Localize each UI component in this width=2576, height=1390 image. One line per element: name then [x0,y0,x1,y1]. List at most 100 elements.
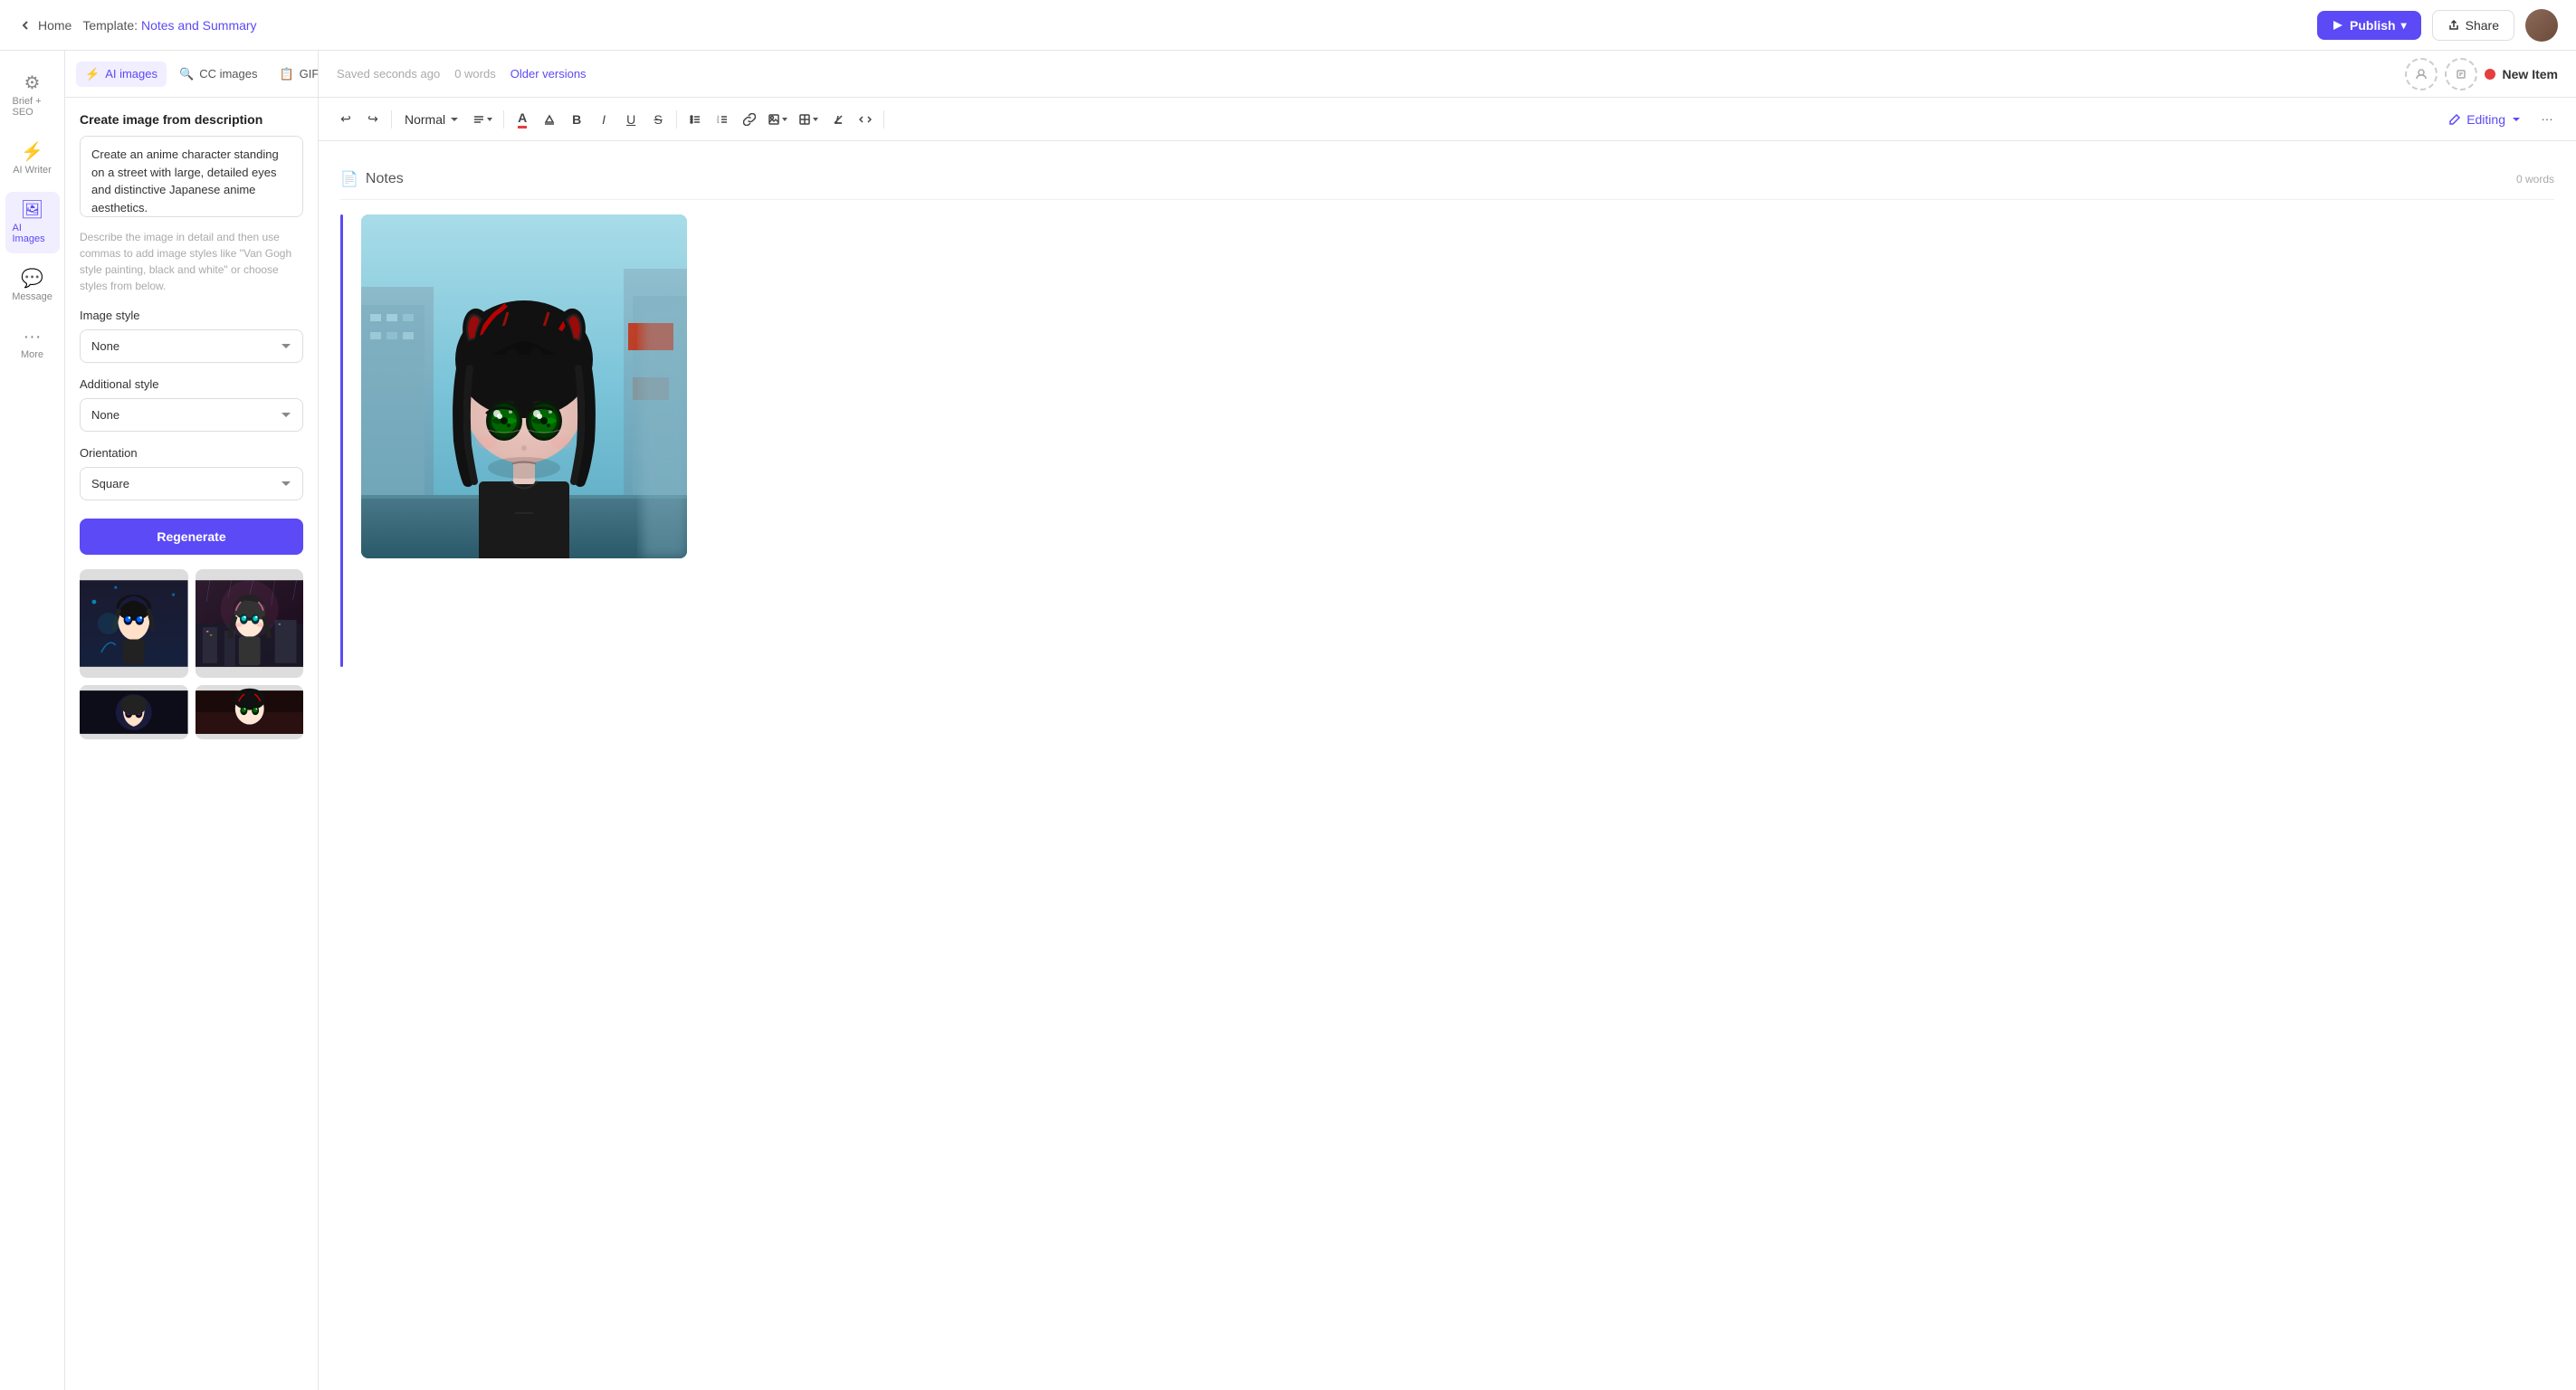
thumbnail-3[interactable] [80,685,188,739]
doc-word-count: 0 words [2516,173,2554,186]
orientation-select[interactable]: Square Landscape Portrait [80,467,303,500]
strikethrough-button[interactable]: S [645,105,671,134]
doc-icon: 📄 [340,170,358,188]
publish-chevron-icon: ▾ [2401,19,2407,32]
sidebar-item-label: AI Writer [13,165,52,176]
code-button[interactable] [853,105,878,134]
more-icon: ··· [24,328,42,346]
editor-body [340,214,2554,667]
numbered-list-button[interactable]: 1. 2. 3. [710,105,735,134]
back-label: Home [38,18,72,33]
editor-main-content [361,214,2554,667]
bold-button[interactable]: B [564,105,589,134]
editor-border-line [340,214,343,667]
prompt-placeholder: Describe the image in detail and then us… [80,229,303,294]
create-section-title: Create image from description [80,112,303,127]
collaborator-icon-2[interactable] [2445,58,2477,90]
image-button[interactable] [764,105,793,134]
text-style-dropdown[interactable]: Normal [397,109,467,130]
editor-meta: Saved seconds ago 0 words Older versions [337,67,587,81]
additional-style-label: Additional style [80,377,303,391]
orientation-group: Orientation Square Landscape Portrait [80,446,303,500]
tab-ai-images-icon: ⚡ [85,67,100,81]
sidebar-nav: ⚙ Brief + SEO ⚡ AI Writer 🖼 AI Images 💬 … [0,51,65,1390]
toolbar-divider-4 [883,110,884,129]
link-button[interactable] [737,105,762,134]
undo-button[interactable]: ↩ [333,105,358,134]
table-button[interactable] [795,105,824,134]
new-item-button[interactable]: New Item [2485,67,2558,81]
thumbnail-1[interactable] [80,569,188,678]
ai-images-icon: 🖼 [21,201,43,219]
tab-cc-images-icon: 🔍 [179,67,194,81]
format-toolbar: ↩ ↪ Normal A [319,98,2576,141]
tab-gifs-icon: 📋 [279,67,293,81]
red-dot-icon [2485,69,2495,80]
orientation-label: Orientation [80,446,303,460]
panel-content: Create image from description Create an … [65,98,318,1390]
text-color-button[interactable]: A [510,105,535,134]
more-options-button[interactable]: ··· [2533,105,2562,134]
sidebar-item-label: More [21,349,43,360]
thumbnail-2[interactable] [196,569,304,678]
template-label: Template: Notes and Summary [82,18,256,33]
older-versions-link[interactable]: Older versions [510,67,587,81]
italic-button[interactable]: I [591,105,616,134]
header-left: Home Template: Notes and Summary [18,18,257,33]
align-dropdown[interactable] [469,105,498,134]
sidebar-item-brief-seo[interactable]: ⚙ Brief + SEO [5,65,60,127]
highlight-button[interactable] [537,105,562,134]
sidebar-item-more[interactable]: ··· More [5,319,60,369]
editor-content: 📄 Notes 0 words [319,141,2576,1390]
toolbar-divider-2 [503,110,504,129]
prompt-textarea[interactable]: Create an anime character standing on a … [80,136,303,217]
share-button[interactable]: Share [2432,10,2514,41]
panel-tabs: ⚡ AI images 🔍 CC images 📋 GIFs [65,51,318,98]
sidebar-item-label: Message [12,291,52,302]
additional-style-group: Additional style None Dark Bright Vintag… [80,377,303,432]
collaborator-icon-1[interactable] [2405,58,2438,90]
sidebar-item-message[interactable]: 💬 Message [5,261,60,311]
editor-top-bar: Saved seconds ago 0 words Older versions [319,51,2576,98]
brief-seo-icon: ⚙ [24,74,41,92]
clear-format-button[interactable] [825,105,851,134]
back-button[interactable]: Home [18,18,72,33]
header-right: Publish ▾ Share [2317,9,2558,42]
editing-mode-dropdown[interactable]: Editing [2439,109,2531,130]
thumbnails-grid [80,569,303,739]
underline-button[interactable]: U [618,105,644,134]
image-style-select[interactable]: None Realistic Anime Cartoon Oil Paintin… [80,329,303,363]
regenerate-button[interactable]: Regenerate [80,519,303,555]
image-style-group: Image style None Realistic Anime Cartoon… [80,309,303,363]
toolbar-divider-3 [676,110,677,129]
doc-title-row: 📄 Notes [340,170,404,188]
sidebar-item-label: Brief + SEO [13,96,52,118]
doc-title: Notes [366,171,404,187]
anime-image[interactable] [361,214,687,558]
sidebar-item-ai-images[interactable]: 🖼 AI Images [5,192,60,253]
additional-style-select[interactable]: None Dark Bright Vintage Futuristic [80,398,303,432]
word-count: 0 words [454,67,496,81]
message-icon: 💬 [21,270,43,288]
thumbnail-4[interactable] [196,685,304,739]
ai-writer-icon: ⚡ [21,143,43,161]
redo-button[interactable]: ↪ [360,105,386,134]
sidebar-item-ai-writer[interactable]: ⚡ AI Writer [5,134,60,185]
sidebar-item-label: AI Images [13,223,52,244]
bullet-list-button[interactable] [682,105,708,134]
editor-area: Saved seconds ago 0 words Older versions [319,51,2576,1390]
tab-cc-images[interactable]: 🔍 CC images [170,62,266,87]
tab-gifs[interactable]: 📋 GIFs [270,62,319,87]
text-color-a-icon: A [518,110,527,129]
tab-ai-images[interactable]: ⚡ AI images [76,62,167,87]
top-header: Home Template: Notes and Summary Publish… [0,0,2576,51]
saved-status: Saved seconds ago [337,67,440,81]
avatar[interactable] [2525,9,2558,42]
publish-button[interactable]: Publish ▾ [2317,11,2421,40]
toolbar-divider-1 [391,110,392,129]
template-name: Notes and Summary [141,18,257,33]
document-header: 📄 Notes 0 words [340,159,2554,200]
left-panel: ⚡ AI images 🔍 CC images 📋 GIFs Create im… [65,51,319,1390]
main-layout: ⚙ Brief + SEO ⚡ AI Writer 🖼 AI Images 💬 … [0,51,2576,1390]
svg-text:3.: 3. [717,119,720,124]
